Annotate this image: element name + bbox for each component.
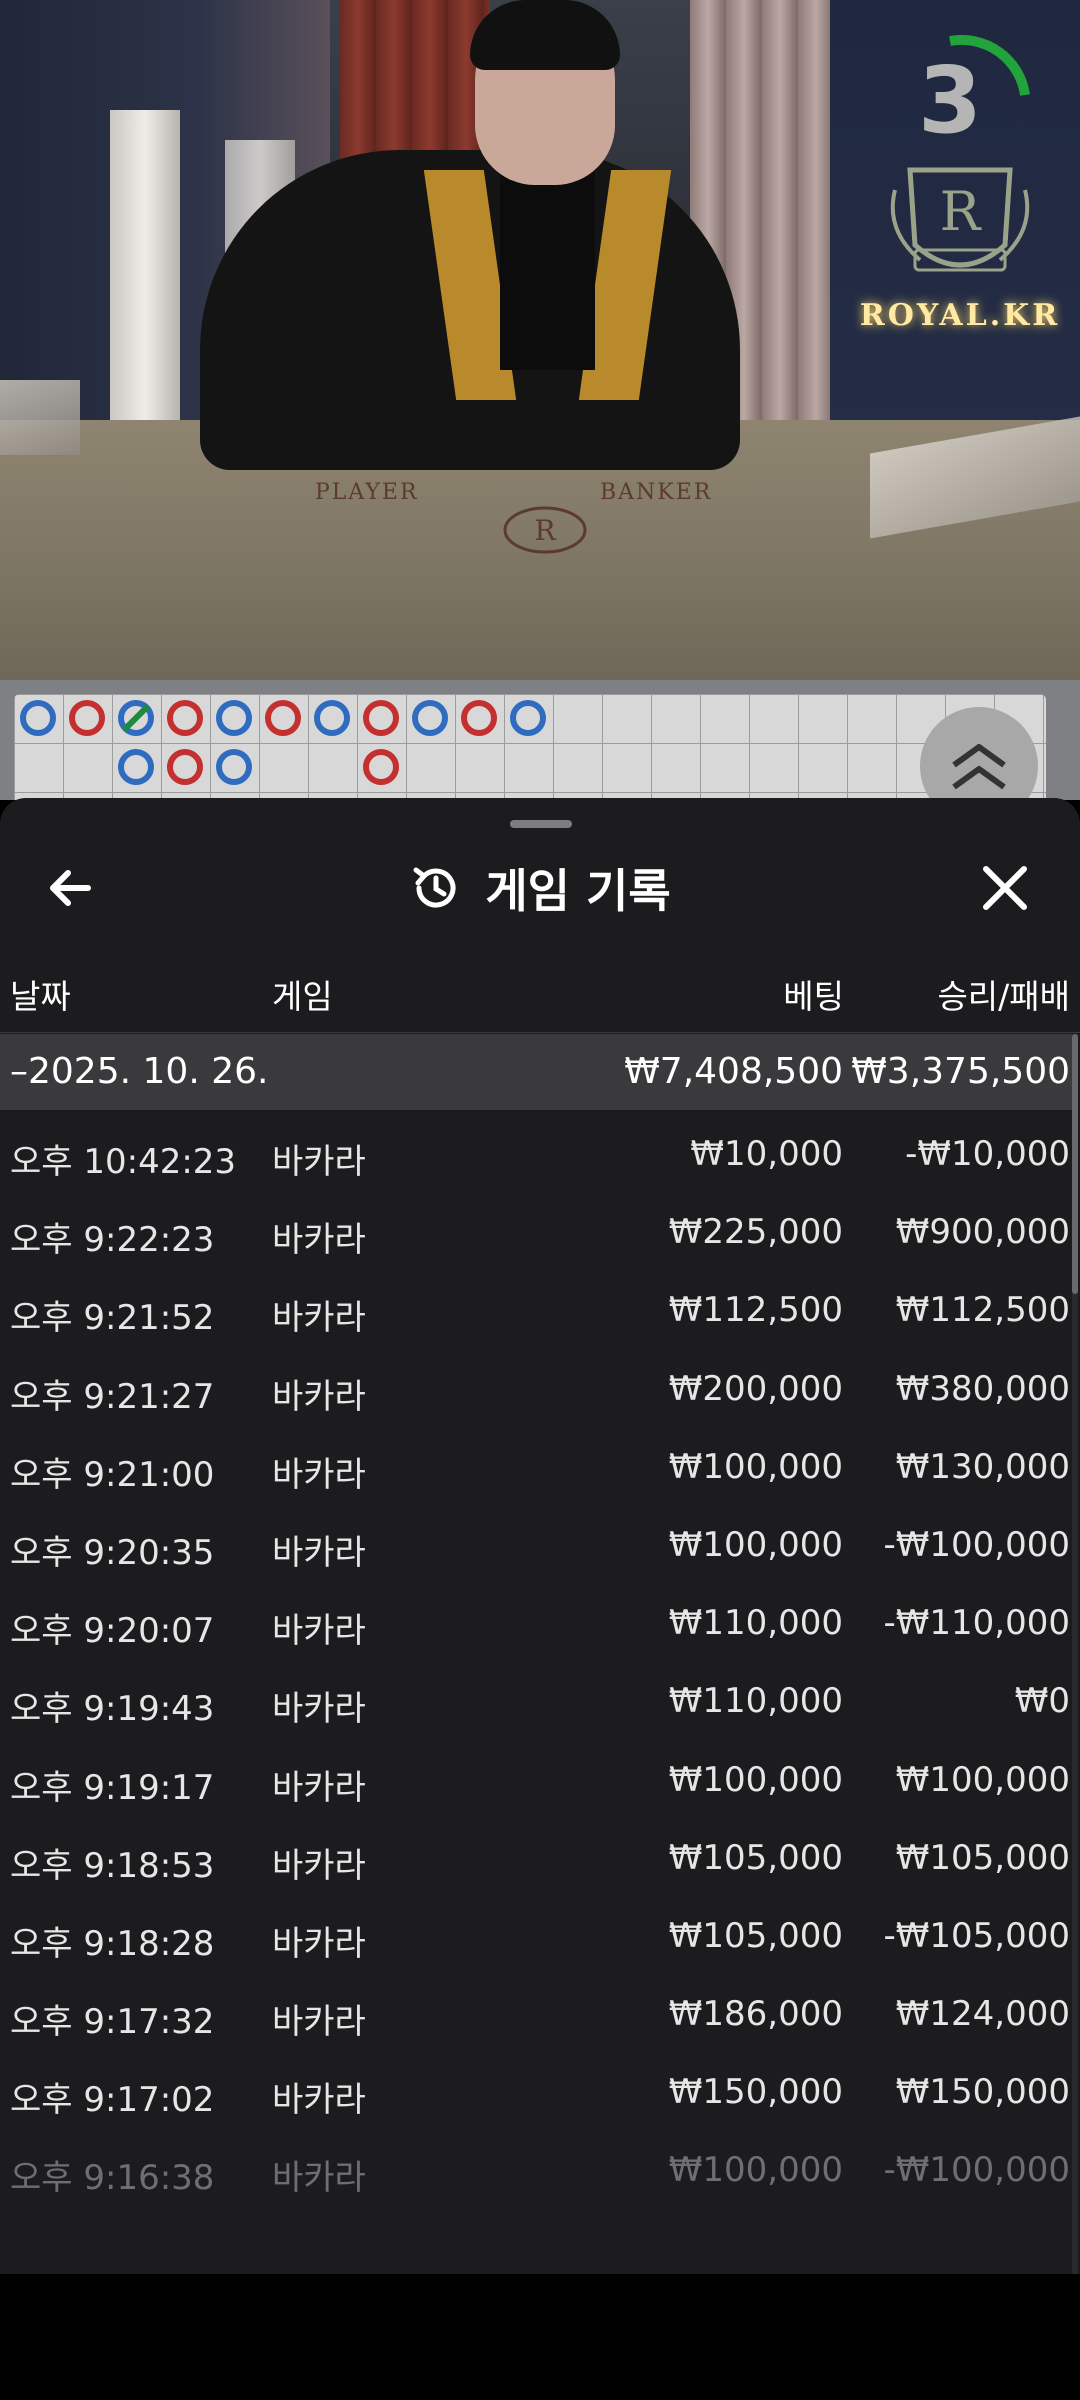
svg-text:R: R [534, 514, 556, 547]
row-result: -₩10,000 [905, 1134, 1070, 1174]
sheet-header: 게임 기록 [0, 838, 1080, 938]
player-bead [363, 700, 399, 736]
dealer-hair [470, 0, 620, 70]
countdown-number: 3 [917, 47, 982, 154]
bead-road [0, 680, 1080, 800]
player-bead [167, 700, 203, 736]
row-result: ₩900,000 [895, 1212, 1070, 1253]
history-row[interactable]: 오후 9:16:38 바카라 ₩100,000 -₩100,000 [0, 2134, 1072, 2212]
row-result: ₩105,000 [895, 1837, 1070, 1878]
history-row[interactable]: 오후 9:22:23 바카라 ₩225,000 ₩900,000 [0, 1196, 1072, 1274]
row-result: ₩380,000 [895, 1368, 1070, 1409]
decor-column [110, 110, 180, 440]
header-divider [0, 1032, 1080, 1033]
table-header: 날짜 게임 베팅 승리/패배 [0, 970, 1080, 1030]
bead-road-grid [14, 694, 1046, 800]
brand-text: ROYAL.KR [859, 298, 1061, 333]
scrollbar-thumb[interactable] [1072, 1034, 1078, 1294]
scrollbar[interactable] [1072, 1034, 1078, 2274]
row-result: ₩0 [1014, 1681, 1070, 1722]
table-label-banker: BANKER [600, 480, 713, 505]
row-result: -₩105,000 [883, 1915, 1071, 1956]
history-row[interactable]: 오후 9:21:27 바카라 ₩200,000 ₩380,000 [0, 1353, 1072, 1431]
player-bead [69, 700, 105, 736]
row-result: -₩110,000 [883, 1603, 1071, 1644]
row-result: ₩124,000 [895, 1994, 1070, 2035]
banker-bead [216, 700, 252, 736]
history-list: 오후 10:42:23 바카라 ₩10,000 -₩10,000 오후 9:22:23 바… [0, 1118, 1072, 2213]
history-row[interactable]: 오후 9:21:00 바카라 ₩100,000 ₩130,000 [0, 1431, 1072, 1509]
royal-crest-icon: R [890, 167, 1030, 272]
banker-bead [510, 700, 546, 736]
history-row[interactable]: 오후 9:19:17 바카라 ₩100,000 ₩100,000 [0, 1744, 1072, 1822]
player-bead [265, 700, 301, 736]
group-result-total: ₩3,375,500 [851, 1051, 1070, 1092]
player-bead [167, 749, 203, 785]
history-row[interactable]: 오후 9:18:28 바카라 ₩105,000 -₩105,000 [0, 1900, 1072, 1978]
banker-bead [118, 700, 154, 736]
history-row[interactable]: 오후 9:20:07 바카라 ₩110,000 -₩110,000 [0, 1587, 1072, 1665]
history-row[interactable]: 오후 9:18:53 바카라 ₩105,000 ₩105,000 [0, 1822, 1072, 1900]
close-button[interactable] [970, 858, 1040, 918]
close-icon [983, 866, 1027, 910]
svg-text:R: R [940, 180, 982, 243]
banker-bead [314, 700, 350, 736]
row-result: ₩100,000 [895, 1759, 1070, 1800]
column-header-game: 게임 [272, 977, 333, 1016]
page-title: 게임 기록 [485, 864, 671, 918]
player-bead [461, 700, 497, 736]
column-header-bet: 베팅 [783, 977, 844, 1016]
banker-bead [412, 700, 448, 736]
history-row[interactable]: 오후 10:42:23 바카라 ₩10,000 -₩10,000 [0, 1118, 1072, 1196]
row-result: -₩100,000 [883, 1524, 1071, 1565]
history-row[interactable]: 오후 9:21:52 바카라 ₩112,500 ₩112,500 [0, 1274, 1072, 1352]
history-row[interactable]: 오후 9:17:02 바카라 ₩150,000 ₩150,000 [0, 2056, 1072, 2134]
player-bead [363, 749, 399, 785]
history-row[interactable]: 오후 9:20:35 바카라 ₩100,000 -₩100,000 [0, 1509, 1072, 1587]
sheet-drag-handle[interactable] [510, 820, 572, 828]
history-row[interactable]: 오후 9:19:43 바카라 ₩110,000 ₩0 [0, 1665, 1072, 1743]
tie-mark-icon [121, 703, 151, 733]
card-deck [0, 380, 80, 455]
row-result: ₩130,000 [895, 1446, 1070, 1487]
history-icon [413, 867, 456, 908]
table-crest-icon: R [503, 506, 587, 554]
arrow-left-icon [50, 870, 91, 906]
game-history-sheet: 게임 기록 날짜 게임 베팅 승리/패배 –2025. 10. 26. ₩7,4… [0, 798, 1080, 2274]
table-label-player: PLAYER [315, 480, 419, 505]
history-row[interactable]: 오후 9:17:32 바카라 ₩186,000 ₩124,000 [0, 1978, 1072, 2056]
title-group: 게임 기록 [0, 838, 1080, 938]
banker-bead [216, 749, 252, 785]
row-result: -₩100,000 [883, 2150, 1071, 2191]
dealer-shirt [500, 170, 595, 370]
row-result: ₩112,500 [895, 1290, 1070, 1331]
banker-bead [20, 700, 56, 736]
column-header-date: 날짜 [10, 977, 71, 1016]
back-button[interactable] [40, 858, 110, 918]
royal-logo: R ROYAL.KR [840, 150, 1080, 333]
banker-bead [118, 749, 154, 785]
date-group-summary[interactable]: –2025. 10. 26. ₩7,408,500 ₩3,375,500 [0, 1034, 1072, 1110]
column-header-result: 승리/패배 [937, 977, 1070, 1016]
live-video-feed: PLAYER BANKER R 3 R ROYAL.KR [0, 0, 1080, 680]
row-result: ₩150,000 [895, 2072, 1070, 2113]
